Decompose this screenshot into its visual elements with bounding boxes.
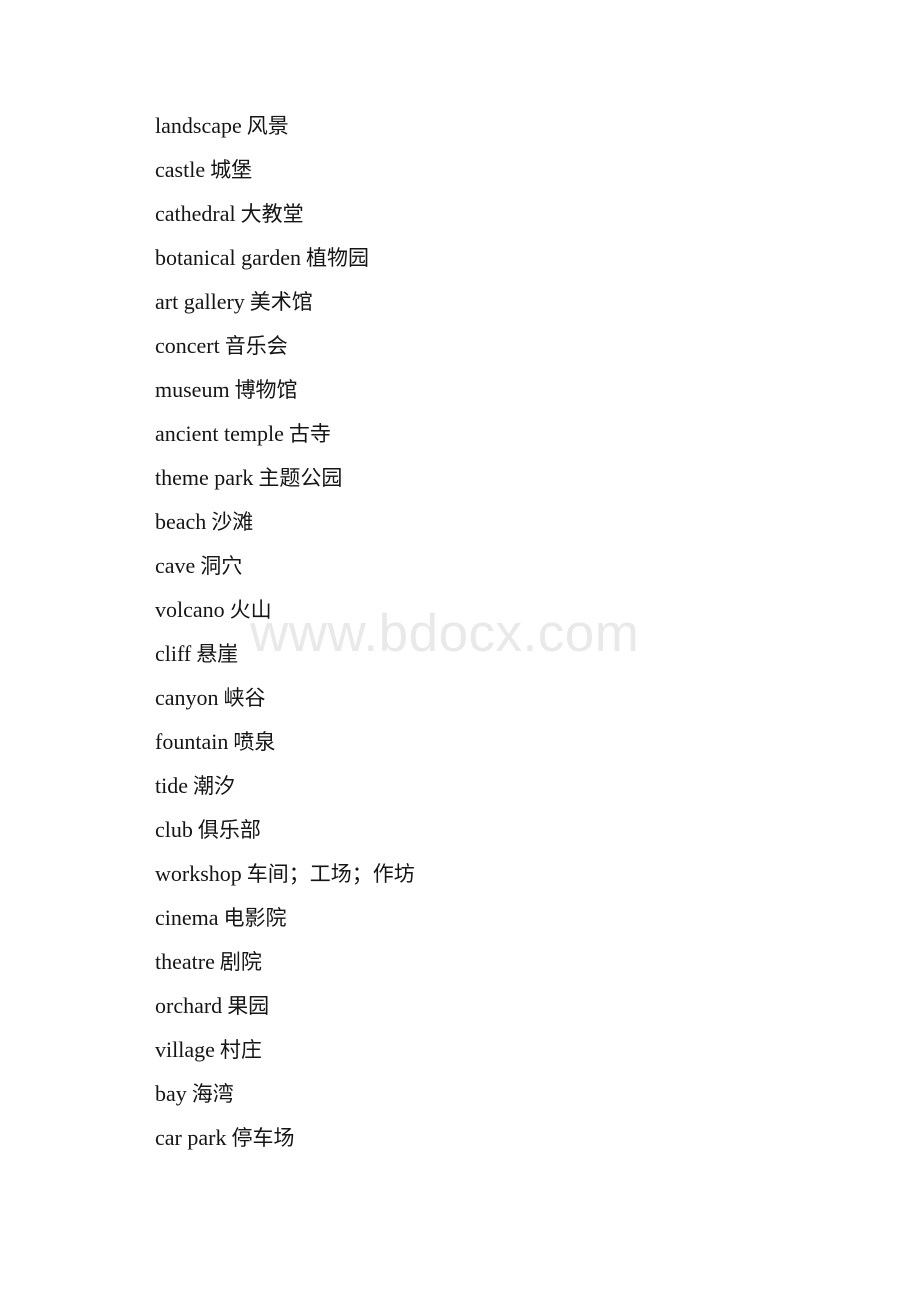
vocabulary-gloss: 俱乐部: [197, 818, 261, 842]
vocabulary-gloss: 村庄: [219, 1038, 262, 1062]
vocabulary-term: volcano: [155, 597, 225, 622]
vocabulary-term: cathedral: [155, 201, 236, 226]
vocabulary-term: landscape: [155, 113, 242, 138]
vocabulary-term: tide: [155, 773, 188, 798]
vocabulary-term: canyon: [155, 685, 219, 710]
vocabulary-gloss: 美术馆: [249, 290, 313, 314]
vocabulary-term: beach: [155, 509, 207, 534]
vocabulary-entry: fountain 喷泉: [155, 720, 880, 764]
vocabulary-term: fountain: [155, 729, 229, 754]
vocabulary-gloss: 火山: [229, 598, 272, 622]
vocabulary-gloss: 大教堂: [240, 202, 304, 226]
vocabulary-entry: cave 洞穴: [155, 544, 880, 588]
vocabulary-gloss: 悬崖: [196, 642, 239, 666]
vocabulary-term: concert: [155, 333, 220, 358]
vocabulary-gloss: 停车场: [231, 1126, 295, 1150]
vocabulary-term: cave: [155, 553, 196, 578]
vocabulary-entry: landscape 风景: [155, 104, 880, 148]
vocabulary-gloss: 喷泉: [233, 730, 276, 754]
vocabulary-term: castle: [155, 157, 206, 182]
vocabulary-gloss: 车间；工场；作坊: [246, 862, 415, 886]
vocabulary-entry: car park 停车场: [155, 1116, 880, 1160]
vocabulary-gloss: 博物馆: [234, 378, 298, 402]
vocabulary-entry: club 俱乐部: [155, 808, 880, 852]
vocabulary-term: ancient temple: [155, 421, 284, 446]
vocabulary-entry: castle 城堡: [155, 148, 880, 192]
vocabulary-entry: theme park 主题公园: [155, 456, 880, 500]
vocabulary-gloss: 电影院: [223, 906, 287, 930]
vocabulary-term: workshop: [155, 861, 242, 886]
vocabulary-term: cliff: [155, 641, 192, 666]
vocabulary-entry: cinema 电影院: [155, 896, 880, 940]
vocabulary-gloss: 剧院: [219, 950, 262, 974]
vocabulary-entry: cliff 悬崖: [155, 632, 880, 676]
vocabulary-gloss: 风景: [246, 114, 289, 138]
vocabulary-entry: concert 音乐会: [155, 324, 880, 368]
vocabulary-gloss: 海湾: [191, 1082, 234, 1106]
vocabulary-gloss: 音乐会: [224, 334, 288, 358]
vocabulary-list: landscape 风景 castle 城堡 cathedral 大教堂 botanical…: [155, 104, 880, 1160]
vocabulary-entry: bay 海湾: [155, 1072, 880, 1116]
vocabulary-entry: tide 潮汐: [155, 764, 880, 808]
vocabulary-entry: cathedral 大教堂: [155, 192, 880, 236]
vocabulary-entry: canyon 峡谷: [155, 676, 880, 720]
vocabulary-gloss: 洞穴: [200, 554, 243, 578]
document-page: www.bdocx.com landscape 风景 castle 城堡 cathedr…: [0, 0, 920, 1302]
vocabulary-entry: workshop 车间；工场；作坊: [155, 852, 880, 896]
vocabulary-gloss: 沙滩: [211, 510, 254, 534]
vocabulary-term: cinema: [155, 905, 219, 930]
vocabulary-term: theme park: [155, 465, 254, 490]
vocabulary-entry: orchard 果园: [155, 984, 880, 1028]
vocabulary-term: art gallery: [155, 289, 245, 314]
vocabulary-term: club: [155, 817, 193, 842]
vocabulary-entry: museum 博物馆: [155, 368, 880, 412]
vocabulary-entry: art gallery 美术馆: [155, 280, 880, 324]
vocabulary-gloss: 峡谷: [223, 686, 266, 710]
vocabulary-gloss: 植物园: [306, 246, 369, 270]
vocabulary-gloss: 潮汐: [193, 774, 235, 798]
vocabulary-entry: theatre 剧院: [155, 940, 880, 984]
vocabulary-term: museum: [155, 377, 230, 402]
vocabulary-entry: beach 沙滩: [155, 500, 880, 544]
vocabulary-entry: volcano 火山: [155, 588, 880, 632]
vocabulary-term: car park: [155, 1125, 227, 1150]
vocabulary-gloss: 城堡: [210, 158, 253, 182]
vocabulary-term: orchard: [155, 993, 223, 1018]
vocabulary-entry: botanical garden 植物园: [155, 236, 880, 280]
vocabulary-term: village: [155, 1037, 215, 1062]
vocabulary-gloss: 主题公园: [258, 466, 343, 490]
vocabulary-term: bay: [155, 1081, 187, 1106]
vocabulary-term: botanical garden: [155, 245, 301, 270]
vocabulary-term: theatre: [155, 949, 215, 974]
vocabulary-entry: village 村庄: [155, 1028, 880, 1072]
vocabulary-gloss: 古寺: [288, 422, 331, 446]
vocabulary-gloss: 果园: [227, 994, 270, 1018]
vocabulary-entry: ancient temple 古寺: [155, 412, 880, 456]
